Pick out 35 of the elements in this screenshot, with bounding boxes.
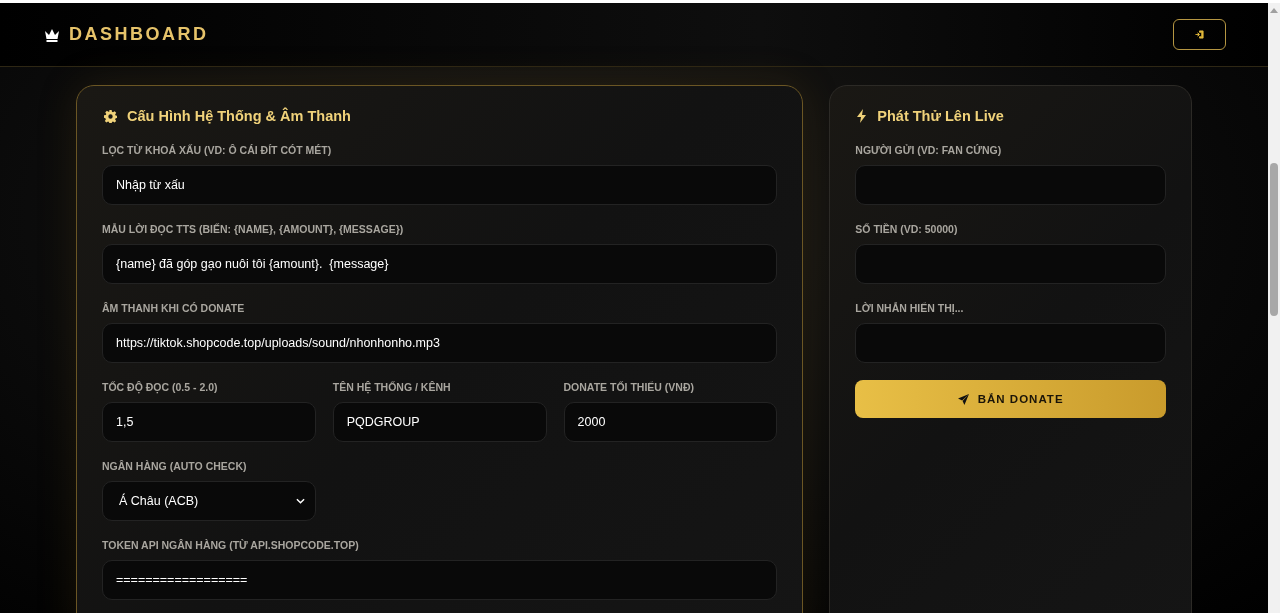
- panel-title: Phát Thử Lên Live: [877, 108, 1004, 124]
- input-field[interactable]: [855, 244, 1166, 284]
- field-label: TỐC ĐỘ ĐỌC (0.5 - 2.0): [102, 380, 219, 394]
- input-field[interactable]: [855, 165, 1166, 205]
- dashboard-title: DASHBOARD: [69, 24, 209, 45]
- scroll-up-icon[interactable]: [1270, 8, 1278, 13]
- input-field[interactable]: https://tiktok.shopcode.top/uploads/sound/nhonhonho.mp3: [102, 323, 778, 363]
- input-field[interactable]: 1,5: [102, 402, 316, 442]
- field-label: DONATE TỐI THIỂU (VNĐ): [563, 380, 695, 394]
- gear-icon: [104, 109, 117, 123]
- input-field[interactable]: 2000: [563, 402, 778, 442]
- field-label: ÂM THANH KHI CÓ DONATE: [102, 301, 246, 315]
- chevron-down-icon: [295, 498, 305, 504]
- field-label: LỜI NHẮN HIỂN THỊ...: [855, 301, 965, 315]
- input-field[interactable]: PQDGROUP: [332, 402, 547, 442]
- paper-plane-icon: [957, 393, 969, 405]
- crown-icon: [44, 27, 60, 42]
- input-field[interactable]: [855, 323, 1166, 363]
- lightning-icon: [857, 109, 868, 123]
- send-donate-button[interactable]: BẮN DONATE: [855, 380, 1166, 418]
- field-label: TÊN HỆ THỐNG / KÊNH: [332, 380, 452, 394]
- scrollbar-thumb[interactable]: [1270, 163, 1278, 316]
- field-label: MẪU LỜI ĐỌC TTS (BIẾN: {NAME}, {AMOUNT}, {MESSAGE}): [102, 222, 405, 236]
- field-label: SỐ TIỀN (VD: 50000): [855, 222, 959, 236]
- field-label: TOKEN API NGÂN HÀNG (TỪ API.SHOPCODE.TOP): [102, 538, 360, 552]
- bank-select[interactable]: Á Châu (ACB): [102, 481, 316, 521]
- logout-button[interactable]: [1173, 19, 1226, 50]
- field-label: LỌC TỪ KHOÁ XẤU (VD: Ô CÁI ĐÍT CÓT MÉT): [102, 143, 333, 157]
- field-label: NGÂN HÀNG (AUTO CHECK): [102, 459, 248, 473]
- logout-icon: [1195, 30, 1204, 39]
- panel-title: Cấu Hình Hệ Thống & Âm Thanh: [127, 108, 351, 124]
- input-field[interactable]: ==================: [102, 560, 778, 600]
- input-field[interactable]: {name} đã góp gạo nuôi tôi {amount}. {message}: [102, 244, 778, 284]
- field-label: NGƯỜI GỬI (VD: FAN CỨNG): [855, 143, 1003, 157]
- input-field[interactable]: Nhập từ xấu: [102, 165, 778, 205]
